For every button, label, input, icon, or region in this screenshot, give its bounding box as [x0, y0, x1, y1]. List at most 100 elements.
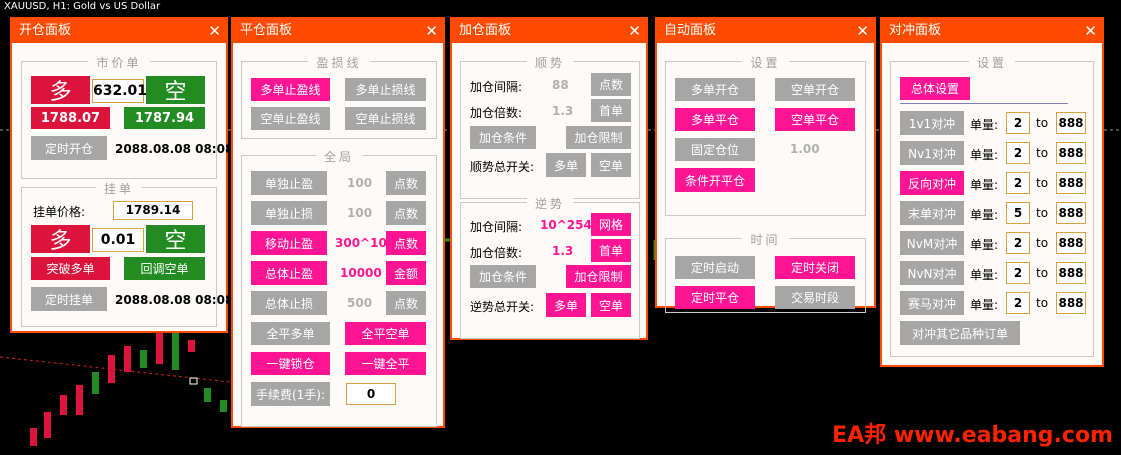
trend-sell-switch[interactable]: 空单	[591, 153, 631, 177]
market-order-group-title: 市价单	[88, 56, 150, 70]
fixed-lot-button[interactable]: 固定仓位	[675, 138, 755, 161]
single-sl-button[interactable]: 单独止损	[251, 201, 327, 225]
close-all-buy-button[interactable]: 全平多单	[251, 322, 330, 345]
hedge-1v1-lot-input[interactable]: 2	[1006, 112, 1030, 134]
hedge-nv1-button[interactable]: Nv1对冲	[900, 141, 964, 165]
breakout-buy-button[interactable]: 突破多单	[31, 257, 110, 280]
trend-limit-button[interactable]: 加仓限制	[566, 126, 631, 149]
auto-sell-open-button[interactable]: 空单开仓	[775, 78, 855, 101]
auto-buy-open-button[interactable]: 多单开仓	[675, 78, 755, 101]
hedge-1v1-max-input[interactable]: 888	[1056, 112, 1086, 134]
trend-interval-value: 88	[552, 78, 569, 92]
total-tp-button[interactable]: 总体止盈	[251, 261, 327, 285]
market-sell-button[interactable]: 空	[146, 76, 205, 105]
sell-sl-line-button[interactable]: 空单止损线	[345, 107, 426, 130]
trailing-tp-button[interactable]: 移动止盈	[251, 231, 327, 255]
timed-close-button[interactable]: 定时平仓	[675, 286, 755, 309]
hedge-to-label: to	[1036, 296, 1049, 310]
hedge-panel-header[interactable]: 对冲面板 ✕	[882, 19, 1102, 43]
trailing-tp-unit-button[interactable]: 点数	[386, 231, 426, 255]
overall-settings-button[interactable]: 总体设置	[900, 77, 970, 100]
counter-multiplier-value: 1.3	[552, 244, 574, 258]
hedge-nv1-max-input[interactable]: 888	[1056, 142, 1086, 164]
close-panel-header[interactable]: 平仓面板 ✕	[233, 19, 443, 43]
add-panel: 加仓面板 ✕ 顺势 加仓间隔: 88 点数 加仓倍数: 1.3 首单 加仓条件 …	[450, 17, 648, 340]
counter-condition-button[interactable]: 加仓条件	[470, 265, 536, 288]
single-tp-unit-button[interactable]: 点数	[386, 171, 426, 195]
sell-tp-line-button[interactable]: 空单止盈线	[251, 107, 330, 130]
timed-open-button[interactable]: 定时开仓	[31, 136, 107, 160]
counter-buy-switch[interactable]: 多单	[546, 293, 586, 317]
close-all-sell-button[interactable]: 全平空单	[345, 322, 426, 345]
trend-interval-label: 加仓间隔:	[470, 80, 523, 94]
pending-lots-input[interactable]: 0.01	[92, 228, 144, 252]
pending-price-input[interactable]: 1789.14	[113, 201, 193, 220]
condition-open-close-button[interactable]: 条件开平仓	[675, 168, 755, 192]
hedge-to-label: to	[1036, 146, 1049, 160]
pending-buy-button[interactable]: 多	[31, 225, 90, 254]
hedge-reverse-lot-input[interactable]: 2	[1006, 172, 1030, 194]
hedge-nvm-lot-input[interactable]: 2	[1006, 232, 1030, 254]
trend-buy-switch[interactable]: 多单	[546, 153, 586, 177]
hedge-other-symbols-button[interactable]: 对冲其它品种订单	[900, 321, 1020, 345]
trend-condition-button[interactable]: 加仓条件	[470, 126, 536, 149]
close-icon[interactable]: ✕	[425, 19, 438, 43]
pullback-sell-button[interactable]: 回调空单	[124, 257, 205, 280]
total-sl-unit-button[interactable]: 点数	[386, 291, 426, 315]
lock-position-button[interactable]: 一键锁仓	[251, 352, 330, 375]
timed-stop-button[interactable]: 定时关闭	[775, 256, 855, 279]
single-tp-button[interactable]: 单独止盈	[251, 171, 327, 195]
total-sl-button[interactable]: 总体止损	[251, 291, 327, 315]
hedge-nvm-max-input[interactable]: 888	[1056, 232, 1086, 254]
timed-pending-button[interactable]: 定时挂单	[31, 287, 107, 311]
buy-tp-line-button[interactable]: 多单止盈线	[251, 78, 330, 101]
close-icon[interactable]: ✕	[856, 19, 869, 43]
hedge-nv1-lot-input[interactable]: 2	[1006, 142, 1030, 164]
counter-multiplier-unit-button[interactable]: 首单	[591, 239, 631, 262]
single-sl-unit-button[interactable]: 点数	[386, 201, 426, 225]
timed-start-button[interactable]: 定时启动	[675, 256, 755, 279]
hedge-to-label: to	[1036, 206, 1049, 220]
close-icon[interactable]: ✕	[208, 19, 221, 43]
auto-sell-close-button[interactable]: 空单平仓	[775, 108, 855, 131]
auto-panel-header[interactable]: 自动面板 ✕	[657, 19, 874, 43]
hedge-reverse-button[interactable]: 反向对冲	[900, 171, 964, 195]
total-sl-value: 500	[347, 296, 373, 310]
open-panel-header[interactable]: 开仓面板 ✕	[12, 19, 226, 43]
hedge-last-order-lot-input[interactable]: 5	[1006, 202, 1030, 224]
close-icon[interactable]: ✕	[628, 19, 641, 43]
trend-interval-unit-button[interactable]: 点数	[591, 73, 631, 96]
total-tp-unit-button[interactable]: 金额	[386, 261, 426, 285]
hedge-nvn-max-input[interactable]: 888	[1056, 262, 1086, 284]
timed-open-time: 2088.08.08 08:08	[115, 142, 234, 156]
counter-limit-button[interactable]: 加仓限制	[566, 265, 631, 288]
hedge-nvn-button[interactable]: NvN对冲	[900, 261, 964, 285]
market-buy-button[interactable]: 多	[31, 76, 90, 105]
hedge-nvn-lot-input[interactable]: 2	[1006, 262, 1030, 284]
hedge-horse-race-max-input[interactable]: 888	[1056, 292, 1086, 314]
counter-interval-unit-button[interactable]: 网格	[591, 213, 631, 236]
hedge-panel: 对冲面板 ✕ 设置 总体设置 1v1对冲 单量: 2 to 888 Nv1对冲 …	[880, 17, 1104, 367]
trend-switch-label: 顺势总开关:	[470, 160, 535, 174]
buy-price-button[interactable]: 1788.07	[31, 107, 110, 129]
add-panel-header[interactable]: 加仓面板 ✕	[452, 19, 646, 43]
hedge-1v1-button[interactable]: 1v1对冲	[900, 111, 964, 135]
fee-input[interactable]: 0	[346, 383, 396, 405]
hedge-nvm-button[interactable]: NvM对冲	[900, 231, 964, 255]
sell-price-button[interactable]: 1787.94	[124, 107, 205, 129]
close-all-button[interactable]: 一键全平	[345, 352, 426, 375]
counter-sell-switch[interactable]: 空单	[591, 293, 631, 317]
fee-label-button[interactable]: 手续费(1手):	[251, 382, 330, 406]
pending-sell-button[interactable]: 空	[146, 225, 205, 254]
auto-buy-close-button[interactable]: 多单平仓	[675, 108, 755, 131]
buy-sl-line-button[interactable]: 多单止损线	[345, 78, 426, 101]
hedge-last-order-max-input[interactable]: 888	[1056, 202, 1086, 224]
hedge-horse-race-lot-input[interactable]: 2	[1006, 292, 1030, 314]
hedge-reverse-max-input[interactable]: 888	[1056, 172, 1086, 194]
market-lots-input[interactable]: 632.01	[92, 79, 147, 103]
close-icon[interactable]: ✕	[1084, 19, 1097, 43]
trading-hours-button[interactable]: 交易时段	[775, 286, 855, 309]
trend-multiplier-unit-button[interactable]: 首单	[591, 99, 631, 122]
hedge-horse-race-button[interactable]: 赛马对冲	[900, 291, 964, 315]
hedge-last-order-button[interactable]: 末单对冲	[900, 201, 964, 225]
